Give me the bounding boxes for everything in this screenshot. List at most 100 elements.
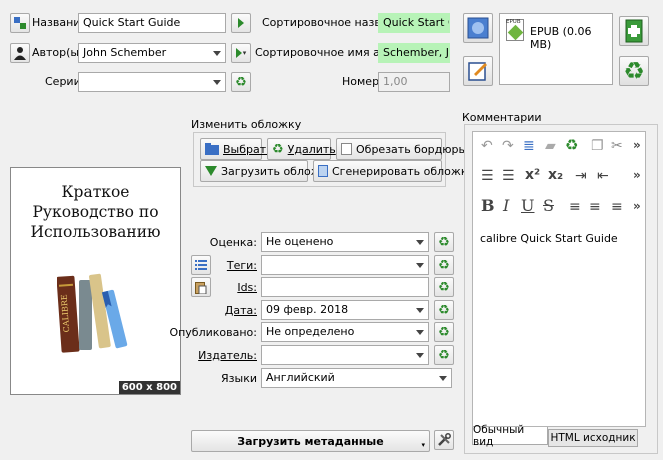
arrow-right-icon [238,18,244,28]
dropdown-arrow-icon [439,376,447,381]
align-right-icon[interactable]: ≡ [611,200,623,214]
comments-editor[interactable]: ↶ ↷ ≣ ▰ ♻ ❐ ✂ » ☰ ☰ x² x₂ ⇥ ⇤ » B I U S … [472,131,646,427]
superscript-icon[interactable]: x² [525,168,540,182]
align-left-icon[interactable]: ≡ [569,200,581,214]
italic-icon[interactable]: I [503,198,509,214]
bold-icon[interactable]: B [481,198,495,214]
dropdown-arrow-icon [213,80,221,85]
date-value: 09 февр. 2018 [266,303,349,316]
cover-title-line-1: Краткое [61,183,130,201]
eraser-icon[interactable]: ▰ [545,139,556,153]
recycle-icon: ♻ [272,141,284,157]
clear-tags-button[interactable]: ♻ [434,255,454,275]
ordered-list-icon[interactable]: ☰ [481,169,494,183]
swap-title-author-button[interactable] [10,13,30,33]
languages-combo[interactable]: Английский [261,368,452,388]
tags-combo[interactable] [261,255,429,275]
comments-legend: Комментарии [462,111,542,124]
recycle-icon: ♻ [235,74,247,90]
date-label: Дата: [224,304,257,317]
formats-list[interactable]: EPUB EPUB (0.06 MB) [499,13,613,85]
author-combo[interactable]: John Schember [78,43,226,63]
generate-cover-label: Сгенерировать обложку [332,164,474,178]
download-metadata-button[interactable]: Загрузить метаданные ▾ [191,430,430,452]
clear-date-button[interactable]: ♻ [434,300,454,320]
cover-image: Краткое Руководство по Использованию CAL… [10,167,181,395]
recycle-icon: ♻ [438,347,450,363]
copy-author-to-sort-button[interactable]: ▾ [231,43,251,63]
dropdown-arrow-icon [213,51,221,56]
recycle-icon[interactable]: ♻ [565,138,578,153]
paste-isbn-button[interactable] [191,277,211,297]
trim-icon [341,143,352,155]
more-tools-icon-1[interactable]: » [633,139,641,151]
undo-icon[interactable]: ↶ [481,139,493,153]
books-illustration: CALIBRE [57,273,128,353]
indent-icon[interactable]: ⇥ [575,169,587,183]
more-tools-icon-3[interactable]: » [633,200,641,212]
published-value: Не определено [266,325,355,338]
tag-editor-button[interactable] [191,255,211,275]
clear-ids-button[interactable]: ♻ [434,277,454,297]
align-center-icon[interactable]: ≡ [589,200,601,214]
change-cover-legend: Изменить обложку [191,118,302,131]
date-edit[interactable]: 09 февр. 2018 [261,300,429,320]
tab-html-source[interactable]: HTML исходник [548,429,638,447]
strikethrough-icon[interactable]: S [543,198,554,214]
rating-label: Оценка: [209,236,257,249]
redo-icon[interactable]: ↷ [502,139,514,153]
trim-cover-button[interactable]: Обрезать бордюры [336,138,467,160]
tags-label: Теги: [226,259,257,272]
recycle-icon: ♻ [623,57,645,85]
trim-cover-label: Обрезать бордюры [356,142,468,156]
edit-metadata-button[interactable] [463,56,493,86]
cut-icon[interactable]: ✂ [611,139,623,153]
clear-series-button[interactable]: ♻ [231,72,251,92]
publisher-combo[interactable] [261,345,429,365]
copy-title-to-sort-button[interactable] [231,13,251,33]
clear-publisher-button[interactable]: ♻ [434,345,454,365]
browse-cover-button[interactable]: Выбрать [200,138,273,160]
series-combo[interactable] [78,72,226,92]
underline-icon[interactable]: U [521,198,534,214]
browse-cover-label: Выбрать [223,142,273,156]
format-entry-epub[interactable]: EPUB (0.06 MB) [530,25,612,51]
title-input[interactable]: Quick Start Guide [78,13,226,33]
arrow-right-icon [235,48,242,58]
select-all-icon[interactable]: ≣ [523,139,535,153]
cover-title-line-2: Руководство по [32,203,159,221]
edit-icon [468,62,487,81]
sort-author-input[interactable]: Schember, John [378,43,450,63]
configure-metadata-button[interactable] [434,430,454,450]
clear-published-button[interactable]: ♻ [434,322,454,342]
dropdown-arrow-icon [416,353,424,358]
rating-combo[interactable]: Не оценено [261,232,429,252]
clear-rating-button[interactable]: ♻ [434,232,454,252]
sort-title-input[interactable]: Quick Start Guide [378,13,450,33]
generate-cover-button[interactable]: Сгенерировать обложку▾ [313,160,480,182]
ids-input[interactable] [261,277,429,297]
clipboard-icon [195,281,207,294]
series-number-spinbox[interactable]: 1,00 [378,72,450,92]
remove-format-button[interactable]: ♻ [619,56,649,86]
published-edit[interactable]: Не определено [261,322,429,342]
more-tools-icon-2[interactable]: » [633,169,641,181]
tab-normal-view[interactable]: Обычный вид [472,424,548,448]
add-format-button[interactable] [619,16,649,46]
add-book-icon [625,19,643,43]
generate-cover-icon [318,165,328,177]
unordered-list-icon[interactable]: ☰ [502,169,515,183]
subscript-icon[interactable]: x₂ [548,168,563,182]
image-icon [467,17,489,39]
outdent-icon[interactable]: ⇤ [597,169,609,183]
copy-icon[interactable]: ❐ [591,139,604,153]
download-cover-button[interactable]: Загрузить обложку [200,160,334,182]
cover-view-button[interactable] [463,13,493,43]
rating-value: Не оценено [266,235,334,248]
list-icon [195,260,207,270]
recycle-icon: ♻ [438,234,450,250]
manage-authors-button[interactable] [10,43,30,63]
recycle-icon: ♻ [438,302,450,318]
recycle-icon: ♻ [438,257,450,273]
remove-cover-button[interactable]: ♻ Удалить [267,138,336,160]
